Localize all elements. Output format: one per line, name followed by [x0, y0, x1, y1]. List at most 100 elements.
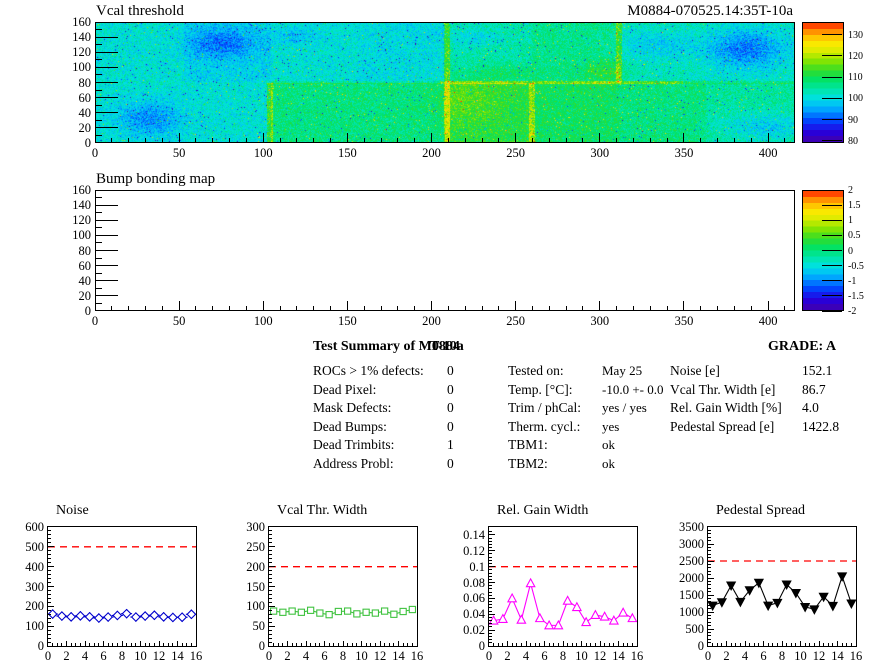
result-value: 86.7: [802, 381, 826, 397]
axis-tick-label: 10: [794, 649, 807, 663]
axis-tick-label: 1000: [679, 605, 704, 619]
axis-tick-label: 150: [338, 314, 357, 328]
noise-plot-frame: [47, 526, 197, 647]
data-marker: [571, 601, 582, 612]
axis-tick-label: 2: [504, 649, 511, 663]
axis-tick-label: 0: [704, 649, 712, 663]
colorbar-tick-label: 0: [848, 245, 853, 257]
data-marker: [56, 611, 67, 622]
axis-tick-label: 100: [72, 60, 91, 75]
data-marker: [149, 610, 160, 621]
data-marker: [279, 608, 287, 616]
condition-value: ok: [602, 437, 615, 453]
axis-tick-label: 14: [612, 649, 625, 663]
axis-tick-label: 12: [812, 649, 826, 663]
axis-tick-label: 1500: [679, 588, 704, 602]
axis-tick-label: 2: [284, 649, 291, 663]
data-marker: [735, 597, 746, 608]
condition-labels-column: Tested on: Temp. [°C]: Trim / phCal: The…: [508, 362, 581, 474]
bump-bonding-map: [95, 190, 795, 311]
axis-tick-label: 160: [72, 183, 91, 197]
defect-label: Dead Trimbits:: [313, 437, 395, 453]
data-marker: [112, 610, 123, 621]
axis-tick-label: 0.12: [463, 543, 485, 558]
defect-value: 0: [447, 363, 454, 378]
data-marker: [158, 611, 169, 622]
axis-tick-label: 120: [72, 213, 91, 228]
defect-value: 0: [447, 400, 454, 416]
data-marker: [316, 609, 324, 617]
data-marker: [763, 601, 774, 612]
data-marker: [84, 611, 95, 622]
colorbar-tick-label: -2: [848, 306, 857, 317]
axis-tick-label: 0: [478, 639, 485, 653]
axis-tick-label: 400: [758, 314, 778, 328]
noise-series: [48, 546, 196, 624]
axis-tick-label: 50: [172, 314, 186, 328]
axis-tick-label: 0.14: [463, 527, 485, 542]
axis-tick-label: 0.02: [463, 623, 485, 638]
colorbar-tick-label: 0.5: [848, 230, 861, 242]
data-marker: [726, 581, 737, 592]
axis-tick-label: 10: [355, 649, 368, 663]
colorbar-tick-label: -1: [848, 275, 857, 287]
condition-value: ok: [602, 455, 615, 471]
axis-tick-label: 80: [78, 75, 92, 90]
axis-tick-label: 50: [172, 146, 186, 160]
data-marker: [390, 610, 398, 618]
axis-tick-label: 8: [778, 649, 786, 663]
data-marker: [288, 607, 296, 615]
data-marker: [121, 608, 132, 619]
axis-tick-label: 60: [78, 90, 92, 105]
data-marker: [399, 607, 407, 616]
axis-tick-label: 300: [25, 579, 44, 594]
data-marker: [48, 609, 58, 620]
axis-tick-label: 3000: [679, 537, 704, 551]
data-marker: [353, 610, 361, 618]
axis-tick-label: 16: [849, 649, 863, 663]
axis-tick-label: 100: [253, 314, 273, 328]
vcal-heatmap-canvas: [96, 23, 794, 142]
data-marker: [809, 605, 820, 615]
module-id-title: M0884-070525.14:35T-10a: [627, 3, 793, 19]
axis-tick-label: 0: [91, 314, 99, 328]
colorbar-tick-label: 130: [848, 29, 863, 41]
vcal-colorbar: [802, 22, 844, 143]
data-marker: [371, 609, 380, 617]
axis-tick-label: 6: [100, 649, 107, 663]
condition-value: May 25: [602, 363, 643, 378]
defect-value: 0: [447, 418, 454, 434]
axis-tick-label: 14: [831, 649, 844, 663]
data-marker: [130, 612, 141, 623]
bump-colorbar: [802, 190, 844, 311]
data-marker: [790, 589, 801, 599]
axis-tick-label: 350: [674, 146, 694, 160]
axis-tick-label: 300: [590, 146, 610, 160]
condition-value: -10.0 +- 0.0: [602, 381, 664, 397]
colorbar-tick-label: 100: [848, 93, 863, 105]
bump-map-title: Bump bonding map: [96, 171, 216, 187]
colorbar-tick-label: 2: [848, 185, 853, 196]
condition-label: TBM1:: [508, 437, 548, 453]
defect-value: 0: [447, 381, 454, 397]
pedestal-plot-title: Pedestal Spread: [716, 503, 806, 518]
axis-tick-label: 16: [189, 649, 203, 663]
defect-labels-column: ROCs > 1% defects: Dead Pixel: Mask Defe…: [313, 362, 424, 474]
axis-tick-label: 2000: [679, 571, 704, 585]
colorbar-tick-label: -1.5: [848, 290, 864, 302]
data-marker: [167, 612, 178, 623]
axis-tick-label: 50: [252, 619, 266, 634]
data-marker: [708, 601, 718, 612]
result-value: 4.0: [802, 400, 819, 416]
axis-tick-label: 0: [84, 304, 91, 318]
axis-tick-label: 100: [253, 146, 273, 160]
axis-tick-label: 40: [78, 105, 92, 120]
data-marker: [534, 612, 545, 623]
data-marker: [177, 612, 188, 623]
axis-tick-label: 400: [25, 559, 44, 574]
axis-tick-label: 4: [302, 649, 310, 663]
data-marker: [618, 607, 629, 617]
axis-tick-label: 4: [522, 649, 530, 663]
data-marker: [581, 616, 592, 627]
axis-tick-label: 600: [25, 520, 44, 534]
